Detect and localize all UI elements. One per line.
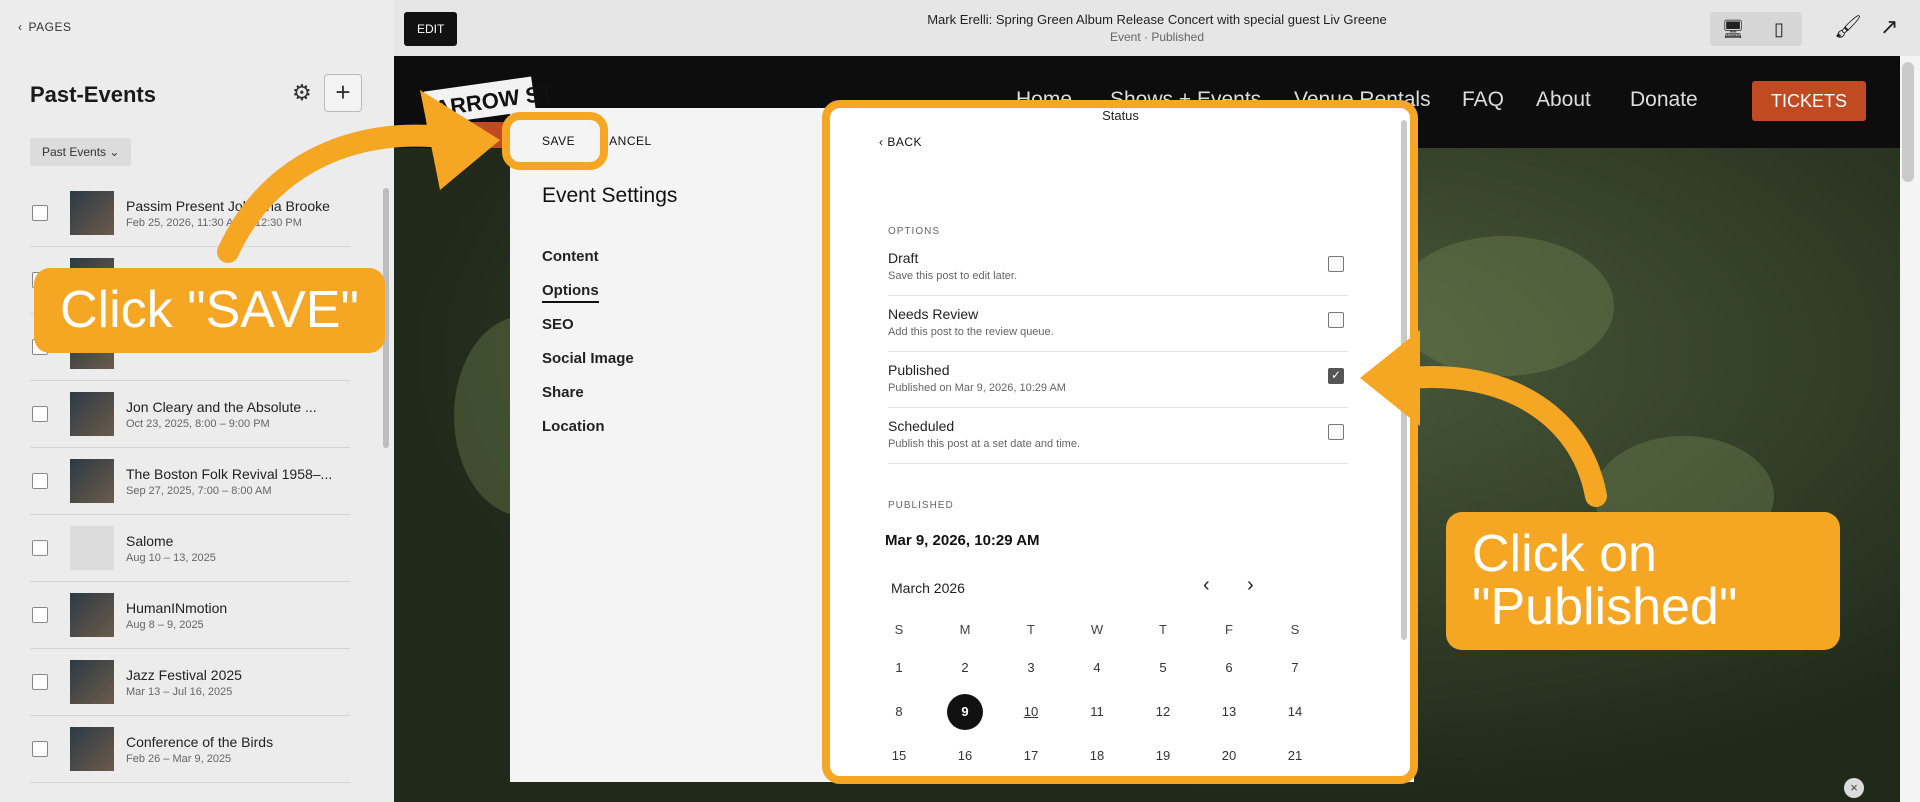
event-list-item[interactable]: HumanINmotion Aug 8 – 9, 2025 [30, 582, 350, 649]
page-status: Event · Published [1109, 30, 1205, 44]
event-thumbnail [70, 392, 114, 436]
event-title: Jazz Festival 2025 [126, 666, 242, 683]
event-date: Oct 23, 2025, 8:00 – 9:00 PM [126, 417, 270, 430]
tab-seo[interactable]: SEO [542, 316, 574, 333]
event-text: Passim Present Johanna Brooke Feb 25, 202… [126, 198, 346, 229]
event-checkbox[interactable] [32, 205, 48, 221]
event-title: Salome [126, 532, 174, 549]
preview-scrollbar[interactable] [1902, 62, 1914, 182]
design-brush-icon[interactable]: 🖌 [1834, 14, 1862, 40]
mobile-icon[interactable]: ▯ [1756, 12, 1802, 46]
event-thumbnail [70, 660, 114, 704]
event-list-item[interactable]: Jazz Festival 2025 Mar 13 – Jul 16, 2025 [30, 649, 350, 716]
modal-title: Event Settings [542, 184, 678, 207]
event-checkbox[interactable] [32, 406, 48, 422]
exit-arrow-icon[interactable]: ↗ [1880, 14, 1898, 40]
close-icon[interactable]: × [1844, 778, 1864, 798]
nav-faq[interactable]: FAQ [1462, 88, 1504, 112]
event-list-item[interactable]: Jon Cleary and the Absolute ... Oct 23, 2… [30, 381, 350, 448]
event-checkbox[interactable] [32, 741, 48, 757]
event-list-item[interactable]: Salome Aug 10 – 13, 2025 [30, 515, 350, 582]
event-title: HumanINmotion [126, 599, 228, 616]
pages-back-link[interactable]: ‹ PAGES [18, 20, 71, 34]
event-checkbox[interactable] [32, 540, 48, 556]
event-thumbnail [70, 727, 114, 771]
tab-location[interactable]: Location [542, 418, 605, 435]
tab-content[interactable]: Content [542, 248, 599, 265]
event-thumbnail [70, 191, 114, 235]
tab-share[interactable]: Share [542, 384, 584, 401]
event-checkbox[interactable] [32, 473, 48, 489]
event-date: Feb 26 – Mar 9, 2025 [126, 752, 232, 765]
event-list-item[interactable]: Conference of the Birds Feb 26 – Mar 9, 2… [30, 716, 350, 783]
event-checkbox[interactable] [32, 607, 48, 623]
editor-topbar: EDIT Mark Erelli: Spring Green Album Rel… [394, 0, 1920, 56]
save-highlight [502, 112, 608, 170]
page-title: Mark Erelli: Spring Green Album Release … [927, 12, 1387, 27]
tab-options[interactable]: Options [542, 282, 599, 303]
nav-about[interactable]: About [1536, 88, 1591, 112]
event-text: Jazz Festival 2025 Mar 13 – Jul 16, 2025 [126, 667, 346, 698]
pages-panel: ‹ PAGES Past-Events ⚙ + Past Events ⌄ Pa… [0, 0, 394, 802]
event-date: Sep 27, 2025, 7:00 – 8:00 AM [126, 484, 272, 497]
event-title: The Boston Folk Revival 1958–... [126, 465, 333, 482]
event-list-item[interactable]: The Boston Folk Revival 1958–... Sep 27, … [30, 448, 350, 515]
event-date: Mar 13 – Jul 16, 2025 [126, 685, 233, 698]
status-highlight [822, 100, 1418, 784]
event-checkbox[interactable] [32, 674, 48, 690]
event-text: Jon Cleary and the Absolute ... Oct 23, 2… [126, 399, 346, 430]
event-thumbnail [70, 526, 114, 570]
filter-dropdown[interactable]: Past Events ⌄ [30, 138, 132, 166]
event-text: Conference of the Birds Feb 26 – Mar 9, 2… [126, 734, 346, 765]
chevron-down-icon: ⌄ [109, 145, 120, 159]
event-text: HumanINmotion Aug 8 – 9, 2025 [126, 600, 346, 631]
event-date: Aug 8 – 9, 2025 [126, 618, 204, 631]
chevron-left-icon: ‹ [18, 20, 23, 34]
event-thumbnail [70, 593, 114, 637]
gear-icon[interactable]: ⚙ [292, 80, 312, 106]
add-event-button[interactable]: + [324, 74, 362, 112]
tab-social-image[interactable]: Social Image [542, 350, 634, 367]
event-date: Aug 10 – 13, 2025 [126, 551, 216, 564]
tickets-button[interactable]: TICKETS [1752, 81, 1866, 121]
event-text: The Boston Folk Revival 1958–... Sep 27, … [126, 466, 346, 497]
event-list-item[interactable]: Passim Present Johanna Brooke Feb 25, 202… [30, 180, 350, 247]
modal-sidebar: SAVE CANCEL Event Settings Content Optio… [510, 108, 827, 782]
event-text: Salome Aug 10 – 13, 2025 [126, 533, 346, 564]
desktop-icon[interactable]: 🖥 [1710, 12, 1756, 46]
event-title: Passim Present Johanna Brooke [126, 197, 330, 214]
nav-donate[interactable]: Donate [1630, 88, 1698, 112]
event-date: Feb 25, 2026, 11:30 AM – 12:30 PM [126, 216, 302, 229]
event-title: Jon Cleary and the Absolute ... [126, 398, 317, 415]
panel-title: Past-Events [30, 82, 156, 107]
event-thumbnail [70, 459, 114, 503]
published-callout: Click on "Published" [1446, 512, 1840, 651]
view-toggle: 🖥 ▯ [1710, 12, 1802, 46]
save-callout: Click "SAVE" [34, 268, 385, 354]
foliage-shape [1394, 236, 1614, 376]
event-title: Conference of the Birds [126, 733, 274, 750]
